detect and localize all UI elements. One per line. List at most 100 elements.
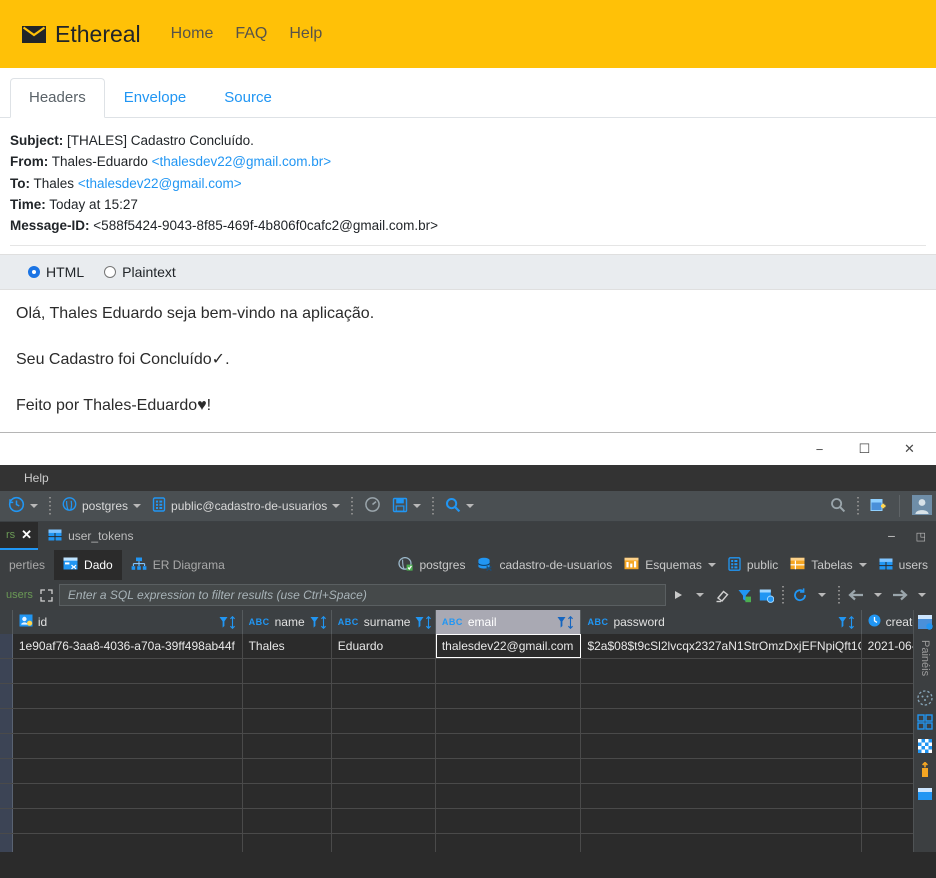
apply-filter-icon[interactable] bbox=[668, 584, 688, 606]
cell-password[interactable] bbox=[581, 759, 862, 783]
row-header-cell[interactable] bbox=[0, 809, 13, 833]
dashboard-button[interactable] bbox=[360, 496, 385, 516]
grid-corner-cell[interactable] bbox=[0, 610, 13, 634]
cell-id[interactable] bbox=[13, 759, 243, 783]
column-header-email[interactable]: ABC email bbox=[435, 610, 582, 634]
search-caret-icon[interactable] bbox=[466, 504, 475, 508]
refresh-icon[interactable] bbox=[790, 584, 810, 606]
cell-name[interactable] bbox=[243, 734, 332, 758]
editor-tab-users[interactable]: rs ✕ bbox=[0, 522, 39, 550]
column-name-sort-controls[interactable] bbox=[310, 615, 327, 629]
cell-email[interactable] bbox=[436, 659, 582, 683]
new-object-button[interactable] bbox=[866, 497, 891, 516]
search-button[interactable] bbox=[441, 497, 478, 516]
cell-name[interactable] bbox=[243, 834, 332, 852]
cell-name[interactable] bbox=[243, 684, 332, 708]
cell-email[interactable] bbox=[436, 734, 582, 758]
metadata-panel-icon[interactable] bbox=[917, 738, 933, 754]
grid-panel-icon[interactable] bbox=[917, 614, 933, 630]
export-data-icon[interactable] bbox=[756, 584, 776, 606]
cell-password[interactable] bbox=[581, 684, 862, 708]
cell-name[interactable] bbox=[243, 659, 332, 683]
table-row[interactable] bbox=[0, 659, 936, 684]
forward-caret-icon[interactable] bbox=[912, 584, 932, 606]
avatar[interactable] bbox=[908, 494, 936, 518]
cell-password[interactable] bbox=[581, 659, 862, 683]
refresh-caret-icon[interactable] bbox=[812, 584, 832, 606]
column-header-name[interactable]: ABC name bbox=[243, 610, 332, 634]
schema-caret-icon[interactable] bbox=[332, 504, 341, 508]
tab-headers[interactable]: Headers bbox=[10, 78, 105, 118]
expand-filter-icon[interactable] bbox=[37, 584, 57, 606]
ethereal-brand[interactable]: Ethereal bbox=[22, 21, 141, 48]
cell-id[interactable] bbox=[13, 659, 243, 683]
cell-password[interactable] bbox=[581, 734, 862, 758]
commit-button[interactable] bbox=[388, 497, 425, 516]
column-header-password[interactable]: ABC password bbox=[581, 610, 862, 634]
filter-history-icon[interactable] bbox=[690, 584, 710, 606]
nav-link-faq[interactable]: FAQ bbox=[235, 25, 267, 43]
sql-filter-input[interactable]: Enter a SQL expression to filter results… bbox=[58, 584, 666, 606]
cell-id[interactable] bbox=[13, 734, 243, 758]
eraser-icon[interactable] bbox=[712, 584, 732, 606]
connection-selector[interactable]: postgres bbox=[58, 497, 145, 515]
cell-name[interactable]: Thales bbox=[243, 634, 332, 658]
breadcrumb-tables-caret-icon[interactable] bbox=[858, 563, 867, 567]
commit-caret-icon[interactable] bbox=[413, 504, 422, 508]
cell-name[interactable] bbox=[243, 759, 332, 783]
editor-minimize-button[interactable]: − bbox=[877, 522, 905, 550]
radio-option-html[interactable]: HTML bbox=[28, 264, 84, 280]
table-row[interactable] bbox=[0, 834, 936, 852]
forward-arrow-icon[interactable] bbox=[890, 584, 910, 606]
cell-surname[interactable] bbox=[332, 809, 436, 833]
cell-email[interactable] bbox=[436, 759, 582, 783]
cell-surname[interactable] bbox=[332, 659, 436, 683]
subtab-data[interactable]: Dado bbox=[54, 550, 122, 580]
cell-id[interactable] bbox=[13, 709, 243, 733]
cell-email[interactable] bbox=[436, 834, 582, 852]
table-row[interactable] bbox=[0, 784, 936, 809]
recent-history-button[interactable] bbox=[4, 496, 42, 516]
editor-tab-user-tokens[interactable]: user_tokens bbox=[38, 522, 143, 550]
cell-email[interactable]: thalesdev22@gmail.com bbox=[435, 634, 582, 658]
cell-email[interactable] bbox=[436, 809, 582, 833]
cell-surname[interactable] bbox=[332, 784, 436, 808]
table-row[interactable] bbox=[0, 809, 936, 834]
cell-id[interactable] bbox=[13, 809, 243, 833]
tab-envelope[interactable]: Envelope bbox=[105, 78, 206, 118]
window-minimize-button[interactable]: − bbox=[797, 434, 842, 464]
row-header-cell[interactable] bbox=[0, 784, 13, 808]
cell-name[interactable] bbox=[243, 784, 332, 808]
row-header-cell[interactable] bbox=[0, 834, 13, 852]
cell-password[interactable] bbox=[581, 834, 862, 852]
table-row[interactable] bbox=[0, 684, 936, 709]
cell-surname[interactable] bbox=[332, 834, 436, 852]
breadcrumb-item-tables[interactable]: Tabelas bbox=[784, 557, 872, 573]
cell-surname[interactable] bbox=[332, 734, 436, 758]
tab-source[interactable]: Source bbox=[205, 78, 291, 118]
cell-email[interactable] bbox=[436, 709, 582, 733]
breadcrumb-item-public[interactable]: public bbox=[722, 556, 784, 574]
column-id-sort-controls[interactable] bbox=[219, 615, 236, 629]
references-panel-icon[interactable] bbox=[917, 761, 933, 778]
subtab-properties[interactable]: perties bbox=[0, 550, 54, 580]
column-email-sort-controls[interactable] bbox=[557, 615, 574, 629]
row-header-cell[interactable] bbox=[0, 709, 13, 733]
table-row[interactable] bbox=[0, 709, 936, 734]
column-header-id[interactable]: id bbox=[13, 610, 243, 634]
cell-name[interactable] bbox=[243, 809, 332, 833]
subtab-er-diagram[interactable]: ER Diagrama bbox=[122, 550, 234, 580]
nav-link-home[interactable]: Home bbox=[171, 25, 214, 43]
close-icon[interactable]: ✕ bbox=[21, 527, 32, 543]
calc-panel-icon[interactable] bbox=[917, 714, 933, 730]
radio-html-indicator[interactable] bbox=[28, 265, 40, 278]
row-header-cell[interactable] bbox=[0, 684, 13, 708]
to-address[interactable]: <thalesdev22@gmail.com> bbox=[78, 176, 242, 191]
table-row[interactable] bbox=[0, 734, 936, 759]
cell-password[interactable] bbox=[581, 784, 862, 808]
breadcrumb-item-schemas[interactable]: Esquemas bbox=[618, 557, 722, 573]
breadcrumb-item-database[interactable]: cadastro-de-usuarios bbox=[471, 557, 618, 574]
cell-id[interactable] bbox=[13, 784, 243, 808]
cell-surname[interactable]: Eduardo bbox=[332, 634, 436, 658]
breadcrumb-item-users[interactable]: users bbox=[873, 558, 934, 573]
